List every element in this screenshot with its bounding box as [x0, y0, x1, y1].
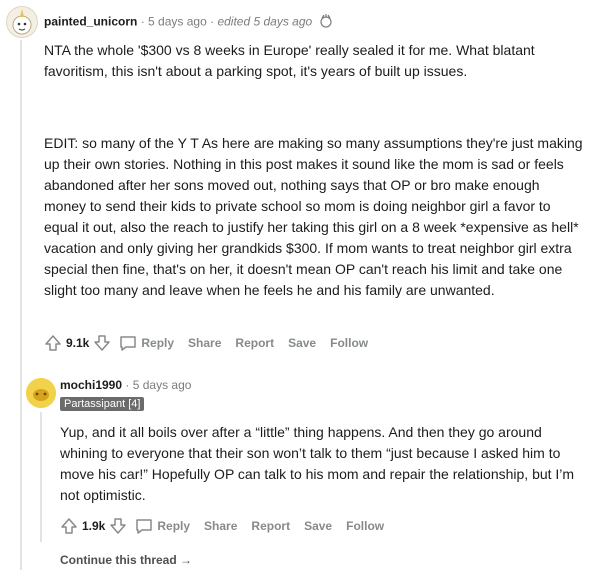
comment-meta: mochi1990 · 5 days ago	[60, 378, 191, 392]
share-button[interactable]: Share	[204, 519, 237, 533]
downvote-icon[interactable]	[109, 517, 127, 535]
share-button[interactable]: Share	[188, 336, 221, 350]
avatar[interactable]	[6, 6, 38, 38]
username[interactable]: mochi1990	[60, 378, 122, 392]
comment-paragraph: NTA the whole '$300 vs 8 weeks in Europe…	[44, 42, 535, 79]
comment-actions: 1.9k Reply Share Report Save Follow	[60, 517, 398, 535]
username[interactable]: painted_unicorn	[44, 15, 137, 29]
save-button[interactable]: Save	[288, 336, 316, 350]
follow-button[interactable]: Follow	[346, 519, 384, 533]
reply-button[interactable]: Reply	[141, 336, 174, 350]
comment-actions: 9.1k Reply Share Report Save Follow	[44, 334, 382, 352]
reply-icon[interactable]	[119, 334, 137, 352]
comment-edit: EDIT: so many of the Y T As here are mak…	[44, 133, 584, 301]
follow-button[interactable]: Follow	[330, 336, 368, 350]
thread-line-main[interactable]	[20, 40, 22, 570]
downvote-icon[interactable]	[93, 334, 111, 352]
comment-paragraph: Yup, and it all boils over after a “litt…	[60, 424, 575, 503]
save-button[interactable]: Save	[304, 519, 332, 533]
separator: ·	[125, 378, 130, 392]
award-icon	[318, 14, 334, 31]
vote-count: 1.9k	[82, 519, 106, 533]
separator: ·	[140, 14, 145, 29]
reply-icon[interactable]	[135, 517, 153, 535]
comment-paragraph: EDIT: so many of the Y T As here are mak…	[44, 135, 583, 298]
timestamp[interactable]: 5 days ago	[133, 378, 192, 392]
upvote-icon[interactable]	[60, 517, 78, 535]
comment-body: Yup, and it all boils over after a “litt…	[60, 422, 585, 506]
vote-count: 9.1k	[66, 336, 90, 350]
comment-meta: painted_unicorn · 5 days ago · edited 5 …	[44, 14, 334, 31]
separator: ·	[210, 14, 215, 29]
report-button[interactable]: Report	[235, 336, 274, 350]
comment-body: NTA the whole '$300 vs 8 weeks in Europe…	[44, 40, 564, 82]
reply-button[interactable]: Reply	[157, 519, 190, 533]
continue-thread-link[interactable]: Continue this thread →	[60, 553, 192, 567]
upvote-icon[interactable]	[44, 334, 62, 352]
unicorn-avatar-icon	[12, 9, 32, 35]
edited-timestamp: edited 5 days ago	[217, 14, 313, 29]
thread-line-reply[interactable]	[40, 412, 42, 542]
snoo-avatar-icon	[26, 378, 56, 408]
report-button[interactable]: Report	[251, 519, 290, 533]
avatar[interactable]	[26, 378, 56, 408]
user-flair: Partassipant [4]	[60, 397, 145, 411]
timestamp[interactable]: 5 days ago	[148, 15, 207, 29]
